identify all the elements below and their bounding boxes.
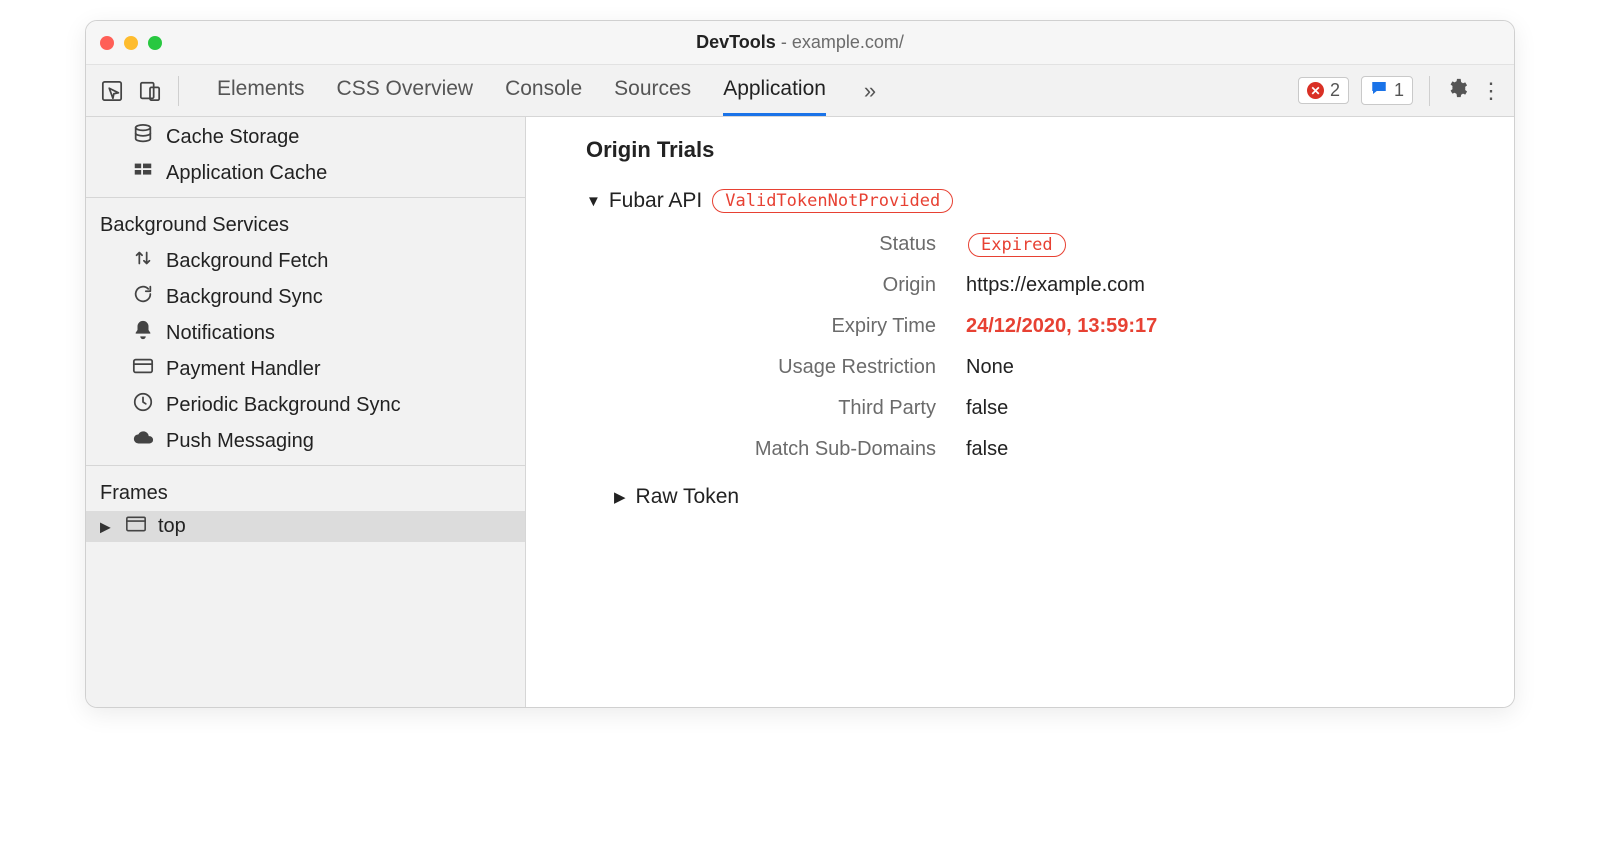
sidebar-item-label: Cache Storage: [166, 126, 299, 149]
grid-icon: [132, 159, 154, 187]
sidebar-item-label: Background Fetch: [166, 250, 328, 273]
database-icon: [132, 123, 154, 151]
window-title-app: DevTools: [696, 32, 776, 52]
value-expiry: 24/12/2020, 13:59:17: [966, 315, 1474, 338]
origin-trial-row[interactable]: ▼ Fubar API ValidTokenNotProvided: [586, 189, 1474, 213]
traffic-lights: [100, 36, 162, 50]
panel-body: Cache Storage Application Cache Backgrou…: [86, 117, 1514, 707]
sidebar-item-push-messaging[interactable]: Push Messaging: [86, 423, 525, 459]
sidebar-item-label: Application Cache: [166, 162, 327, 185]
value-status: Expired: [966, 233, 1474, 256]
sidebar-section-title: Frames: [86, 472, 525, 511]
sidebar-item-label: Push Messaging: [166, 430, 314, 453]
chevron-down-icon: ▼: [586, 193, 601, 210]
application-sidebar: Cache Storage Application Cache Backgrou…: [86, 117, 526, 707]
raw-token-label: Raw Token: [636, 485, 740, 509]
refresh-icon: [132, 283, 154, 311]
sidebar-item-label: Payment Handler: [166, 358, 321, 381]
label-third-party: Third Party: [656, 397, 936, 420]
window-title: DevTools - example.com/: [86, 32, 1514, 53]
sidebar-item-periodic-background-sync[interactable]: Periodic Background Sync: [86, 387, 525, 423]
sidebar-item-label: Notifications: [166, 322, 275, 345]
sidebar-item-label: top: [158, 515, 186, 538]
more-menu-icon[interactable]: ⋮: [1480, 80, 1502, 102]
tab-console[interactable]: Console: [505, 65, 582, 116]
sidebar-section-cache: Cache Storage Application Cache: [86, 117, 525, 198]
value-third-party: false: [966, 397, 1474, 420]
raw-token-row[interactable]: ▶ Raw Token: [614, 485, 1474, 509]
clock-icon: [132, 391, 154, 419]
tab-sources[interactable]: Sources: [614, 65, 691, 116]
error-count-value: 2: [1330, 80, 1340, 101]
message-icon: [1370, 79, 1388, 102]
up-down-arrows-icon: [132, 247, 154, 275]
device-toggle-icon[interactable]: [136, 77, 164, 105]
page-title: Origin Trials: [586, 137, 1474, 163]
sidebar-item-cache-storage[interactable]: Cache Storage: [86, 119, 525, 155]
status-badge: Expired: [968, 233, 1066, 257]
origin-trial-name: Fubar API: [609, 189, 702, 213]
settings-icon[interactable]: [1446, 77, 1468, 105]
label-origin: Origin: [656, 274, 936, 297]
frame-icon: [126, 515, 146, 538]
bell-icon: [132, 319, 154, 347]
sidebar-item-label: Background Sync: [166, 286, 323, 309]
value-usage-restriction: None: [966, 356, 1474, 379]
value-match-subdomains: false: [966, 438, 1474, 461]
chevron-right-icon: ▶: [614, 488, 626, 506]
toolbar-divider: [1429, 76, 1430, 106]
cloud-icon: [132, 427, 154, 455]
sidebar-item-frame-top[interactable]: ▶ top: [86, 511, 525, 542]
tab-css-overview[interactable]: CSS Overview: [337, 65, 474, 116]
label-status: Status: [656, 233, 936, 256]
panel-tabs: Elements CSS Overview Console Sources Ap…: [217, 65, 826, 116]
devtools-window: DevTools - example.com/ Elements CSS Ove…: [85, 20, 1515, 708]
main-content: Origin Trials ▼ Fubar API ValidTokenNotP…: [526, 117, 1514, 707]
credit-card-icon: [132, 355, 154, 383]
sidebar-item-background-fetch[interactable]: Background Fetch: [86, 243, 525, 279]
sidebar-section-frames: Frames ▶ top: [86, 466, 525, 707]
sidebar-section-background-services: Background Services Background Fetch Bac…: [86, 198, 525, 466]
label-match-subdomains: Match Sub-Domains: [656, 438, 936, 461]
tab-application[interactable]: Application: [723, 65, 826, 116]
label-expiry: Expiry Time: [656, 315, 936, 338]
window-maximize-button[interactable]: [148, 36, 162, 50]
devtools-toolbar: Elements CSS Overview Console Sources Ap…: [86, 65, 1514, 117]
message-count-badge[interactable]: 1: [1361, 76, 1413, 105]
label-usage-restriction: Usage Restriction: [656, 356, 936, 379]
chevron-right-icon: ▶: [100, 518, 111, 535]
sidebar-section-title: Background Services: [86, 204, 525, 243]
window-title-url: example.com/: [792, 32, 904, 52]
sidebar-item-label: Periodic Background Sync: [166, 394, 401, 417]
error-icon: ✕: [1307, 82, 1324, 99]
origin-trial-details: Status Expired Origin https://example.co…: [656, 233, 1474, 461]
window-title-sep: -: [776, 32, 792, 52]
window-close-button[interactable]: [100, 36, 114, 50]
inspect-icon[interactable]: [98, 77, 126, 105]
tab-elements[interactable]: Elements: [217, 65, 305, 116]
error-count-badge[interactable]: ✕ 2: [1298, 77, 1349, 104]
sidebar-item-payment-handler[interactable]: Payment Handler: [86, 351, 525, 387]
window-minimize-button[interactable]: [124, 36, 138, 50]
toolbar-divider: [178, 76, 179, 106]
token-status-badge: ValidTokenNotProvided: [712, 189, 953, 213]
more-tabs-icon[interactable]: »: [864, 78, 876, 104]
value-origin: https://example.com: [966, 274, 1474, 297]
titlebar: DevTools - example.com/: [86, 21, 1514, 65]
sidebar-item-background-sync[interactable]: Background Sync: [86, 279, 525, 315]
sidebar-item-notifications[interactable]: Notifications: [86, 315, 525, 351]
toolbar-right: ✕ 2 1 ⋮: [1298, 76, 1502, 106]
sidebar-item-application-cache[interactable]: Application Cache: [86, 155, 525, 191]
message-count-value: 1: [1394, 80, 1404, 101]
